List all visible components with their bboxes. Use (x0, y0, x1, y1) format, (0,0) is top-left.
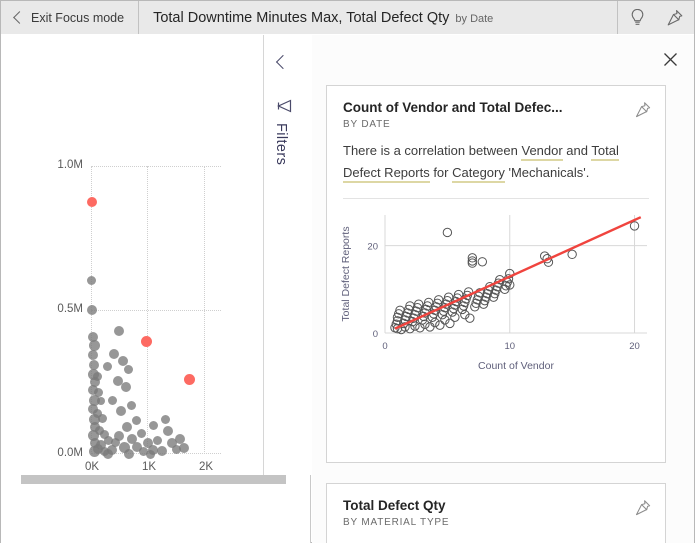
scatter-plot-area[interactable] (87, 166, 221, 459)
data-point (157, 446, 167, 456)
data-point (121, 382, 131, 392)
horizontal-scrollbar[interactable] (21, 475, 286, 484)
x-tick-label: 0 (382, 341, 387, 352)
data-point (435, 320, 445, 330)
insight-card-subtitle: BY DATE (343, 119, 391, 130)
data-point (124, 449, 134, 459)
y-tick-label: 1.0M (57, 159, 83, 171)
pin-insight-button[interactable] (633, 498, 653, 518)
data-point (132, 416, 141, 425)
insight-card-title: Total Defect Qty (343, 498, 446, 513)
x-tick-label: 2K (198, 461, 214, 473)
lightbulb-icon (631, 8, 643, 25)
pin-icon (635, 500, 651, 516)
data-point (124, 365, 133, 374)
filters-pane[interactable]: Filters (263, 35, 311, 475)
insight-card-header: Total Defect Qty BY MATERIAL TYPE (327, 484, 665, 528)
filters-label: Filters (273, 123, 289, 166)
highlighted-data-point (184, 374, 195, 385)
insights-pane: Count of Vendor and Total Defec... BY DA… (312, 35, 694, 543)
data-point (467, 258, 478, 268)
data-point (114, 431, 124, 441)
expand-filters-button[interactable] (275, 54, 291, 70)
data-point (137, 429, 146, 438)
exit-focus-mode-button[interactable]: Exit Focus mode (1, 1, 138, 34)
insight-field-highlight[interactable]: Vendor (521, 143, 563, 161)
insight-text-fragment: 'Mechanicals'. (504, 165, 590, 180)
pin-insight-button[interactable] (633, 100, 653, 120)
data-point (153, 436, 162, 445)
y-tick-label: 0.5M (57, 303, 83, 315)
insight-card-text: There is a correlation between Vendor an… (327, 130, 665, 196)
focus-mode-header: Exit Focus mode Total Downtime Minutes M… (1, 1, 694, 34)
scatter-plot-svg: 0 20 0 10 20 Count of Vendor Total Defect Repo… (340, 215, 647, 372)
data-point (179, 443, 189, 453)
insight-card-title: Count of Vendor and Total Defec... (343, 100, 563, 115)
visual-title-main: Total Downtime Minutes Max, Total Defect… (153, 9, 450, 26)
insight-text-fragment: for (429, 165, 453, 180)
data-point (477, 257, 488, 267)
data-point (109, 349, 119, 359)
data-point (88, 350, 98, 360)
gridline-horizontal (91, 310, 221, 311)
insight-text-fragment: and (562, 143, 592, 158)
visual-pane: 1.0M 0.5M 0.0M 0K 1K 2K Filters (1, 35, 311, 543)
data-point (97, 397, 105, 405)
insights-button[interactable] (618, 1, 656, 34)
insight-card[interactable]: Total Defect Qty BY MATERIAL TYPE 'Raw M… (326, 483, 666, 543)
close-insights-button[interactable] (658, 47, 682, 71)
data-point (93, 372, 102, 381)
x-tick-label: 1K (141, 461, 157, 473)
close-icon (663, 52, 677, 66)
insight-field-highlight[interactable]: Category (452, 165, 505, 183)
insight-card[interactable]: Count of Vendor and Total Defec... BY DA… (326, 85, 666, 463)
y-tick-label: 0.0M (57, 447, 83, 459)
data-point (116, 406, 126, 416)
data-point (103, 449, 113, 459)
insight-mini-chart[interactable]: 0 20 0 10 20 Count of Vendor Total Defect Repo… (327, 199, 665, 386)
data-point (450, 312, 460, 322)
header-actions (618, 1, 694, 34)
data-point (103, 362, 112, 371)
data-point (442, 227, 453, 238)
insight-text-fragment: There is a correlation between (343, 143, 522, 158)
x-tick-label: 0K (84, 461, 100, 473)
data-point (161, 415, 170, 424)
pin-icon (667, 9, 683, 25)
funnel-icon[interactable] (275, 97, 293, 115)
data-point (425, 322, 435, 332)
highlighted-data-point (87, 197, 97, 207)
exit-focus-mode-label: Exit Focus mode (31, 10, 125, 25)
insight-card-text: 'Raw Materials' has noticeably more Tota… (327, 528, 665, 543)
highlighted-data-point (141, 336, 152, 347)
data-point (567, 249, 577, 260)
chevron-left-icon (13, 11, 26, 24)
scatter-chart[interactable]: 1.0M 0.5M 0.0M 0K 1K 2K (1, 35, 263, 475)
y-tick-label: 0 (373, 329, 378, 340)
data-point (122, 422, 132, 432)
data-point (163, 426, 173, 436)
data-point (108, 396, 117, 405)
visual-title-subtitle: by Date (455, 12, 494, 25)
data-point (127, 401, 136, 410)
insight-card-subtitle: BY MATERIAL TYPE (343, 517, 450, 528)
data-point (87, 276, 96, 285)
data-point (146, 450, 155, 459)
insight-card-header: Count of Vendor and Total Defec... BY DA… (327, 86, 665, 130)
x-tick-label: 10 (504, 341, 515, 352)
gridline-horizontal (91, 166, 221, 167)
x-tick-label: 20 (629, 341, 640, 352)
data-point (114, 326, 124, 336)
x-axis-title: Count of Vendor (478, 360, 554, 372)
data-point (149, 421, 158, 430)
visual-title: Total Downtime Minutes Max, Total Defect… (139, 10, 617, 26)
pin-visual-button[interactable] (656, 1, 694, 34)
data-point (87, 305, 97, 315)
y-axis-title: Total Defect Reports (340, 226, 352, 321)
y-tick-label: 20 (367, 242, 378, 253)
trend-line (394, 216, 642, 330)
data-point (98, 414, 107, 423)
data-point (430, 317, 440, 328)
pin-icon (635, 102, 651, 118)
